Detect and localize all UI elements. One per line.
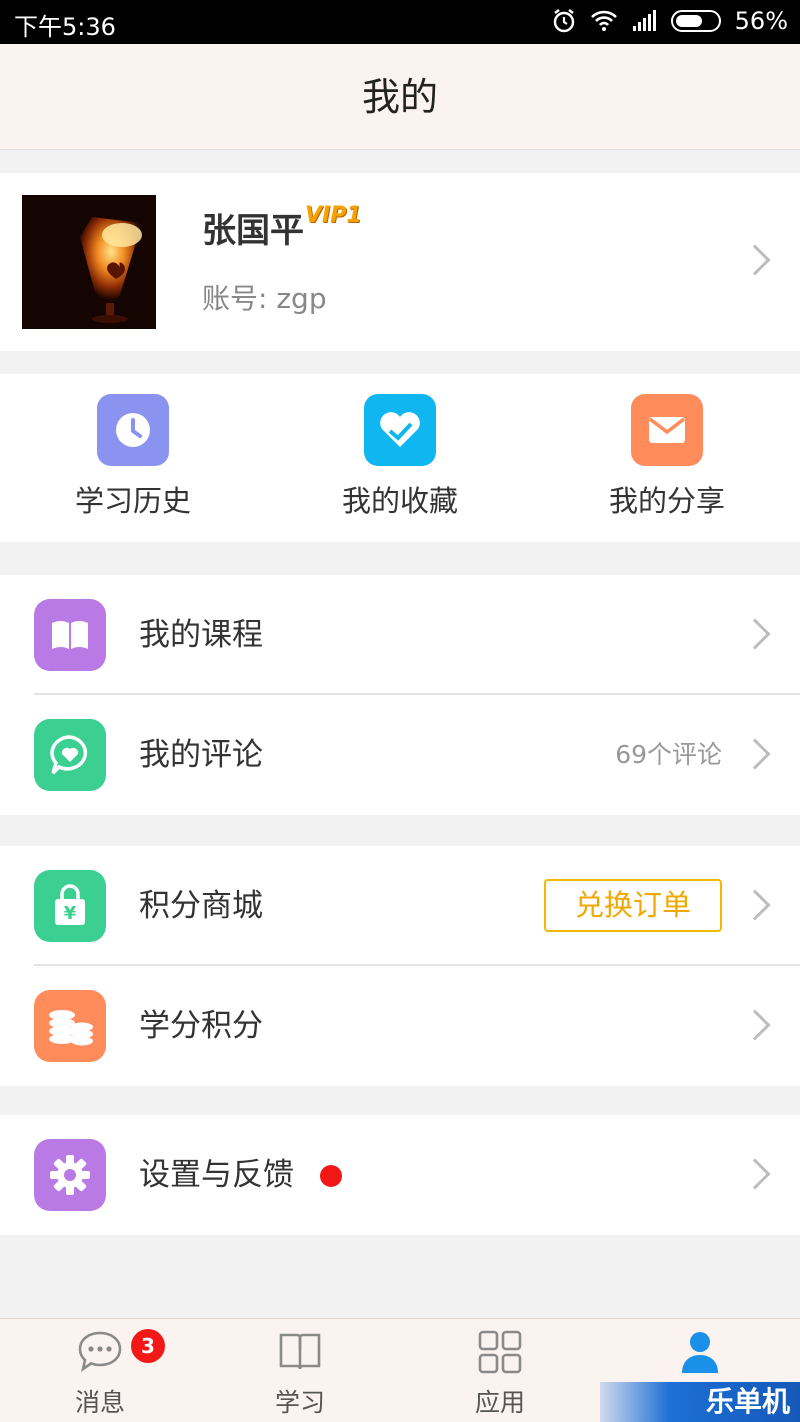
comment-count: 69个评论 xyxy=(615,740,722,769)
quick-action-label: 我的收藏 xyxy=(341,484,458,518)
chevron-right-icon xyxy=(739,1009,771,1041)
tab-apps[interactable]: 应用 xyxy=(400,1329,600,1419)
clock-icon xyxy=(97,394,169,466)
tab-label: 学习 xyxy=(274,1388,325,1417)
title-bar: 我的 xyxy=(0,44,800,150)
tab-messages[interactable]: 3 消息 xyxy=(0,1329,200,1419)
chevron-right-icon xyxy=(739,889,771,921)
vip-badge: VIP1 xyxy=(305,203,362,228)
book-outline-icon xyxy=(279,1333,321,1370)
comment-icon xyxy=(34,719,106,791)
person-icon xyxy=(682,1332,718,1373)
book-icon xyxy=(34,599,106,671)
tab-label: 应用 xyxy=(474,1388,525,1417)
chevron-right-icon xyxy=(739,244,771,276)
menu-item-label: 我的评论 xyxy=(139,737,263,773)
account-value: zgp xyxy=(276,282,327,315)
chevron-right-icon xyxy=(739,618,771,650)
menu-item-label: 设置与反馈 xyxy=(139,1157,294,1193)
heart-icon xyxy=(364,394,436,466)
watermark: 乐单机 xyxy=(600,1382,800,1422)
menu-item-credits[interactable]: 学分积分 xyxy=(0,966,800,1086)
exchange-orders-button[interactable]: 兑换订单 xyxy=(544,879,722,932)
menu-item-label: 积分商城 xyxy=(139,888,263,924)
mail-icon xyxy=(631,394,703,466)
svg-text:¥: ¥ xyxy=(64,903,77,924)
shopping-bag-icon: ¥ xyxy=(34,870,106,942)
notification-dot xyxy=(320,1165,342,1187)
page-title: 我的 xyxy=(361,75,438,119)
profile-card[interactable]: 张国平 VIP1 账号: zgp xyxy=(0,173,800,351)
quick-action-shares[interactable]: 我的分享 xyxy=(567,394,767,520)
tab-study[interactable]: 学习 xyxy=(200,1329,400,1419)
menu-item-my-comments[interactable]: 我的评论 69个评论 xyxy=(0,695,800,815)
quick-action-history[interactable]: 学习历史 xyxy=(33,394,233,520)
menu-item-points-mall[interactable]: ¥ 积分商城 兑换订单 xyxy=(0,846,800,966)
status-bar: 下午5:36 56% xyxy=(0,0,800,44)
menu-item-settings[interactable]: 设置与反馈 xyxy=(0,1115,800,1235)
avatar-image xyxy=(22,195,156,329)
status-icons: 56% xyxy=(551,7,788,35)
account-label: 账号: xyxy=(202,282,268,315)
account-line: 账号: zgp xyxy=(202,277,327,317)
tab-label: 消息 xyxy=(74,1388,125,1417)
message-badge: 3 xyxy=(131,1329,165,1363)
quick-actions: 学习历史 我的收藏 我的分享 xyxy=(0,374,800,542)
signal-icon xyxy=(632,10,656,31)
quick-action-favorites[interactable]: 我的收藏 xyxy=(300,394,500,520)
menu-item-my-courses[interactable]: 我的课程 xyxy=(0,575,800,695)
chat-icon xyxy=(78,1331,122,1372)
wifi-icon xyxy=(590,10,617,31)
battery-icon xyxy=(670,10,721,32)
menu-item-label: 我的课程 xyxy=(139,617,263,653)
menu-item-label: 学分积分 xyxy=(139,1008,263,1044)
grid-icon xyxy=(478,1330,522,1374)
battery-percent: 56% xyxy=(734,7,788,35)
status-time: 下午5:36 xyxy=(14,13,116,41)
avatar xyxy=(22,195,156,329)
chevron-right-icon xyxy=(739,738,771,770)
chevron-right-icon xyxy=(739,1158,771,1190)
alarm-icon xyxy=(553,9,574,33)
quick-action-label: 学习历史 xyxy=(74,484,191,518)
gear-icon xyxy=(34,1139,106,1211)
quick-action-label: 我的分享 xyxy=(608,484,725,518)
user-name: 张国平 xyxy=(202,211,304,251)
coins-icon xyxy=(34,990,106,1062)
